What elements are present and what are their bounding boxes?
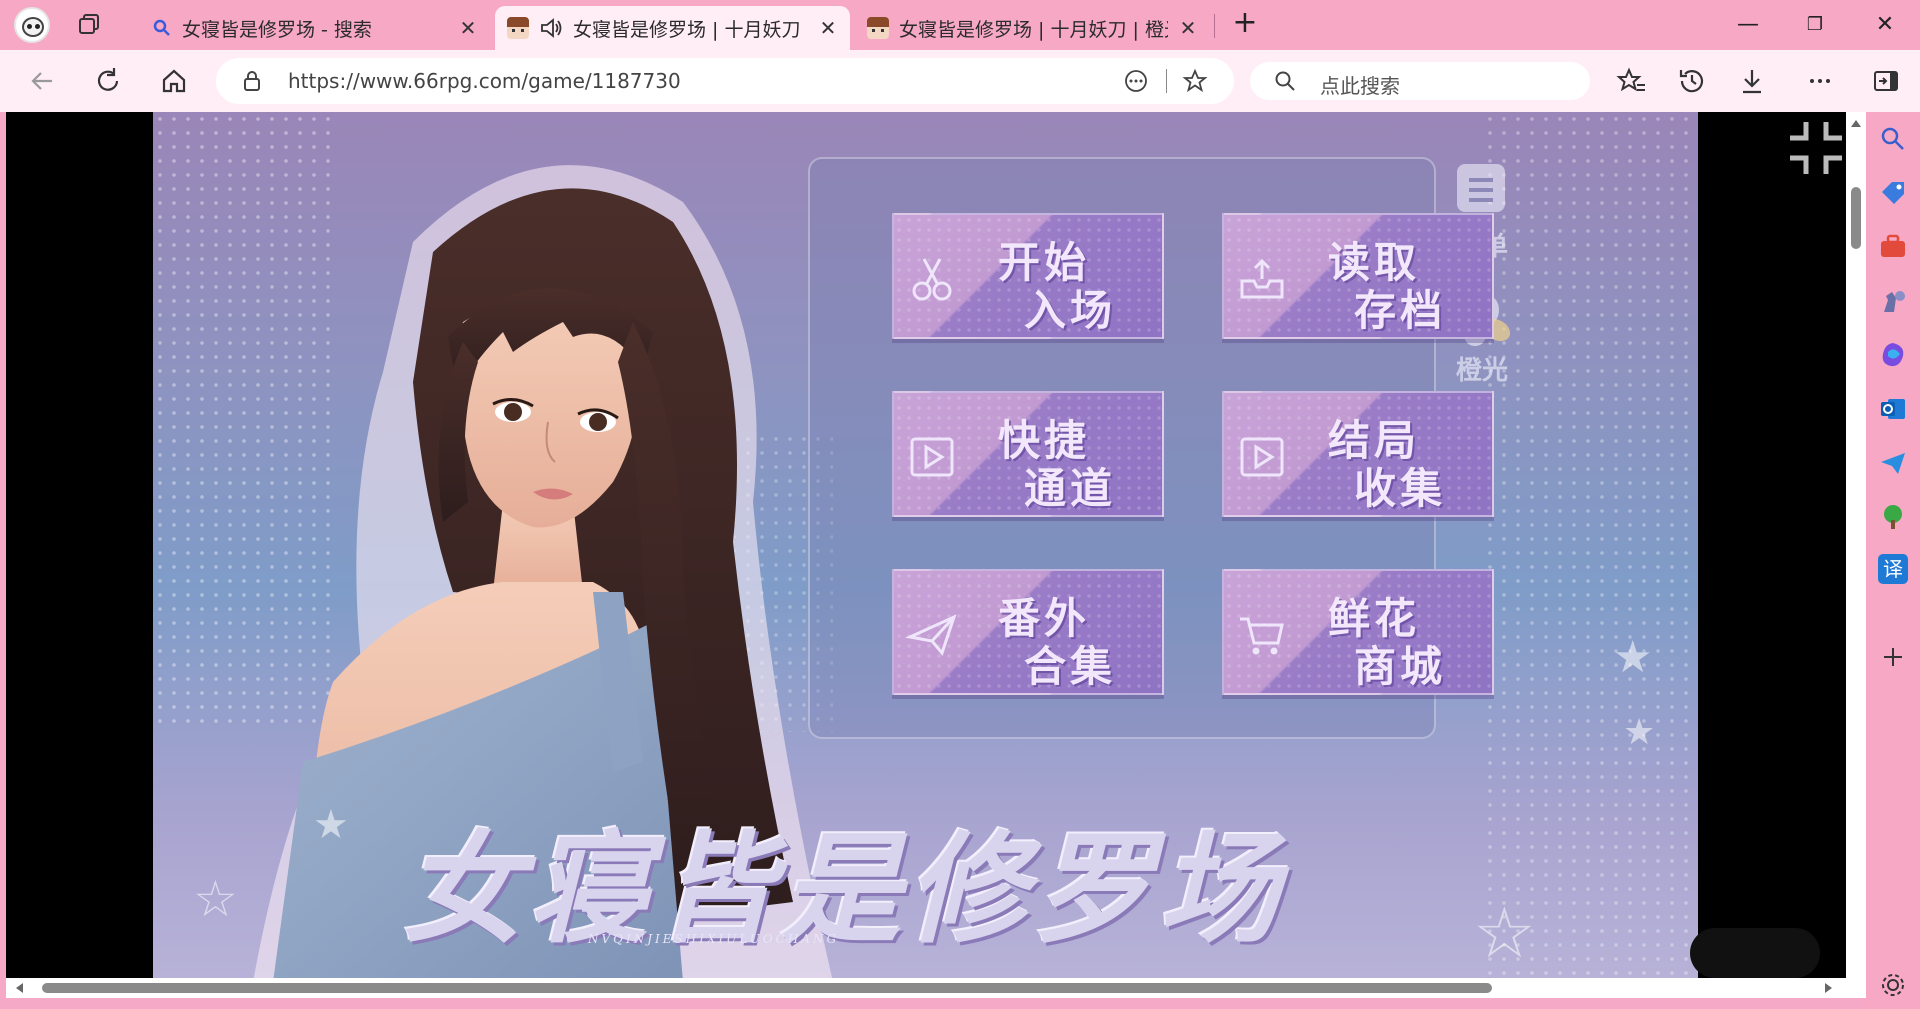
tools-icon[interactable] (1878, 232, 1908, 262)
address-divider (1166, 69, 1167, 93)
refresh-icon[interactable] (92, 65, 124, 97)
floating-overlay[interactable] (1690, 928, 1820, 978)
translate-icon[interactable]: 译 (1878, 554, 1908, 584)
tab-separator (1214, 14, 1215, 38)
search-placeholder: 点此搜索 (1320, 74, 1400, 98)
profile-avatar[interactable] (14, 7, 50, 43)
dot-pattern (1483, 112, 1698, 978)
tab-title: 女寝皆是修罗场 | 十月妖刀 | 橙光 (899, 18, 1168, 41)
outlook-icon[interactable] (1878, 394, 1908, 424)
avatar-eye (35, 24, 40, 29)
speaker-icon[interactable] (539, 17, 563, 39)
search-icon[interactable] (1878, 124, 1908, 154)
close-tab-icon[interactable]: ✕ (458, 16, 478, 40)
cart-icon (1240, 617, 1284, 655)
button-line-2: 商城 (1354, 642, 1447, 691)
tab-search[interactable]: 女寝皆是修罗场 - 搜索 ✕ (140, 6, 490, 50)
sidebar-toggle-icon[interactable] (1870, 65, 1902, 97)
search-favicon-icon (153, 19, 170, 36)
button-line-2: 存档 (1354, 286, 1447, 335)
history-icon[interactable] (1676, 65, 1708, 97)
vertical-scrollbar[interactable] (1846, 112, 1866, 998)
play-icon (1240, 437, 1284, 477)
button-line-2: 通道 (1024, 464, 1117, 513)
close-tab-icon[interactable]: ✕ (1178, 16, 1198, 40)
horizontal-scroll-thumb[interactable] (42, 983, 1492, 993)
tab-title: 女寝皆是修罗场 | 十月妖刀 | (573, 18, 808, 41)
star-decoration: ★ (1623, 712, 1656, 753)
tab-game[interactable]: 女寝皆是修罗场 | 十月妖刀 | 橙光 ✕ (855, 6, 1210, 50)
menu-icon[interactable] (1453, 160, 1513, 220)
brand-label[interactable]: 橙光 (1450, 350, 1514, 387)
paper-plane-icon (905, 614, 957, 657)
back-icon[interactable] (26, 65, 58, 97)
flower-shop-button[interactable]: 鲜花 商城 (1222, 569, 1494, 695)
main-menu-panel: 开始 入场 读取 存档 快捷 通道 结局 收集 番外 合集 鲜花 商城 (808, 157, 1494, 739)
scroll-up-icon[interactable] (1850, 118, 1862, 128)
send-icon[interactable] (1878, 448, 1908, 478)
tab-title: 女寝皆是修罗场 - 搜索 (182, 18, 372, 41)
page-actions-icon[interactable] (1124, 69, 1148, 93)
game-favicon-icon (507, 17, 529, 39)
game-logo: 女寝皆是修罗场 NVQINJIESHIXIULUOCHANG (333, 762, 1393, 960)
scissors-icon (912, 258, 952, 301)
load-save-button[interactable]: 读取 存档 (1222, 213, 1494, 339)
play-icon (910, 437, 954, 477)
lock-icon[interactable] (242, 70, 262, 92)
add-favorite-star-icon[interactable] (1182, 68, 1208, 94)
game-favicon-icon (867, 17, 889, 39)
tree-icon[interactable] (1878, 502, 1908, 532)
horizontal-scrollbar[interactable] (6, 978, 1846, 998)
address-bar[interactable]: https://www.66rpg.com/game/1187730 (216, 58, 1234, 104)
minimize-button[interactable]: — (1733, 10, 1763, 40)
vertical-scroll-thumb[interactable] (1851, 187, 1861, 249)
home-icon[interactable] (158, 65, 190, 97)
scroll-left-icon[interactable] (14, 982, 24, 994)
edge-sidebar: 译 (1866, 112, 1920, 1009)
copilot-icon[interactable] (1878, 340, 1908, 370)
logo-pinyin: NVQINJIESHIXIULUOCHANG (588, 932, 840, 946)
endings-button[interactable]: 结局 收集 (1222, 391, 1494, 517)
scroll-right-icon[interactable] (1824, 982, 1834, 994)
tab-strip: 女寝皆是修罗场 - 搜索 ✕ 女寝皆是修罗场 | 十月妖刀 | ✕ 女寝皆是修罗… (0, 0, 1920, 50)
logo-title: 女寝皆是修罗场 (403, 819, 1285, 960)
inbox-icon (1240, 258, 1284, 299)
button-line-2: 入场 (1024, 286, 1117, 335)
favorites-icon[interactable] (1616, 65, 1648, 97)
download-icon[interactable] (1736, 65, 1768, 97)
shopping-tag-icon[interactable] (1878, 178, 1908, 208)
extras-button[interactable]: 番外 合集 (892, 569, 1164, 695)
star-decoration: ☆ (193, 870, 238, 928)
games-icon[interactable] (1878, 286, 1908, 316)
settings-gear-icon[interactable] (1878, 970, 1908, 1000)
button-line-2: 收集 (1354, 464, 1447, 513)
exit-fullscreen-icon[interactable] (1786, 118, 1846, 178)
search-icon (1275, 71, 1295, 91)
button-line-2: 合集 (1024, 642, 1117, 691)
workspaces-icon[interactable] (76, 12, 102, 38)
restore-button[interactable]: ❐ (1800, 10, 1830, 40)
avatar-eye (27, 24, 32, 29)
url-text[interactable]: https://www.66rpg.com/game/1187730 (288, 69, 681, 93)
star-decoration: ☆ (1473, 892, 1536, 974)
start-game-button[interactable]: 开始 入场 (892, 213, 1164, 339)
shortcut-button[interactable]: 快捷 通道 (892, 391, 1164, 517)
star-decoration: ★ (1613, 632, 1653, 683)
new-tab-button[interactable]: + (1230, 8, 1260, 38)
more-menu-icon[interactable] (1804, 65, 1836, 97)
close-window-button[interactable]: ✕ (1870, 10, 1900, 40)
avatar-face (22, 17, 44, 37)
page-viewport: 菜单 橙光 开始 入场 (6, 112, 1866, 998)
game-canvas[interactable]: 菜单 橙光 开始 入场 (153, 112, 1698, 978)
toolbar-search[interactable]: 点此搜索 (1250, 62, 1590, 100)
close-tab-icon[interactable]: ✕ (818, 16, 838, 40)
tab-game-active[interactable]: 女寝皆是修罗场 | 十月妖刀 | ✕ (495, 6, 850, 50)
add-icon[interactable] (1878, 642, 1908, 672)
